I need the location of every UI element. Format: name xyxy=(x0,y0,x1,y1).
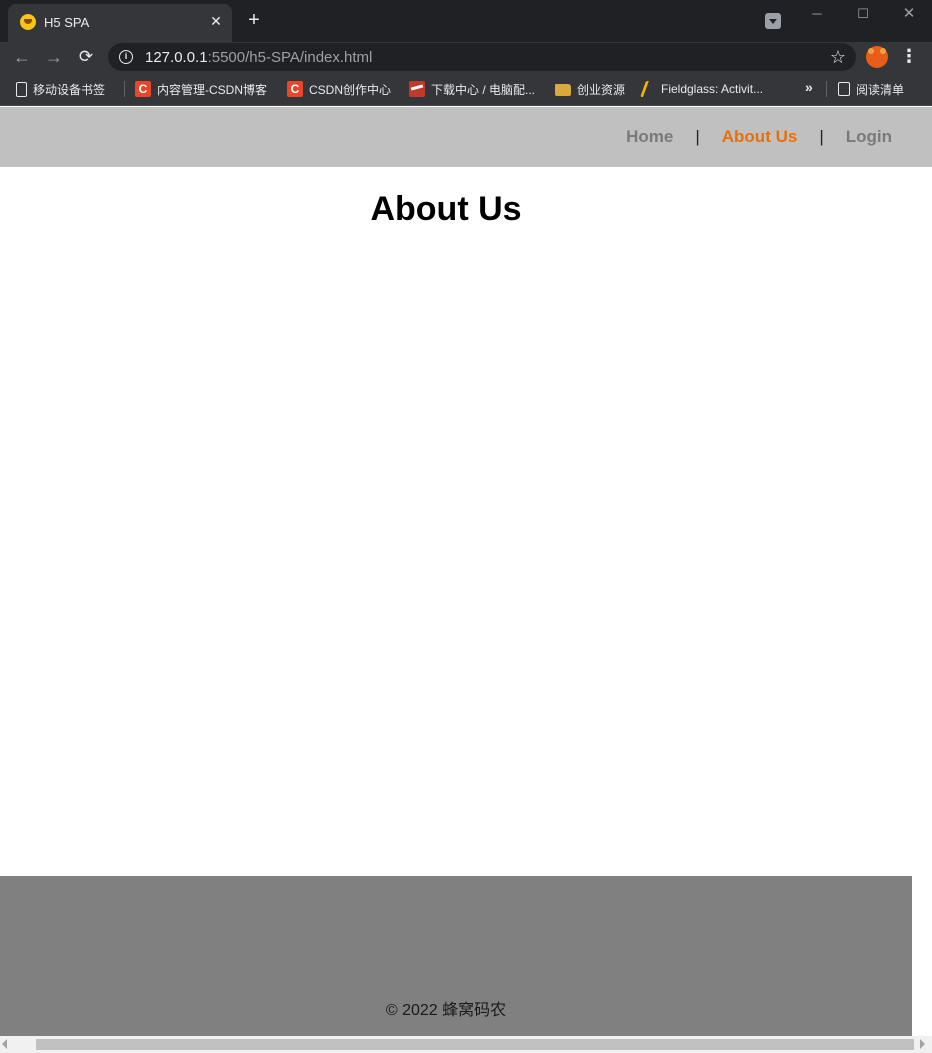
reading-list[interactable]: 阅读清单 xyxy=(838,80,904,98)
copyright-text: © 2022 蜂窝码农 xyxy=(385,1002,507,1019)
bookmark-fieldglass[interactable]: Fieldglass: Activit... xyxy=(640,80,764,98)
browser-tab[interactable]: H5 SPA ✕ xyxy=(8,4,232,42)
browser-menu-icon[interactable]: ⋮ xyxy=(899,45,919,69)
bookmarks-bar: 移动设备书签 C 内容管理-CSDN博客 C CSDN创作中心 下载中心 / 电… xyxy=(0,72,932,106)
bookmark-csdn-creator[interactable]: C CSDN创作中心 xyxy=(287,80,391,98)
bookmark-divider xyxy=(826,81,827,97)
browser-toolbar: ← → ⟳ i 127.0.0.1:5500/h5-SPA/index.html… xyxy=(0,42,932,72)
bookmark-label: Fieldglass: Activit... xyxy=(661,82,764,96)
device-icon xyxy=(16,81,27,97)
bookmark-divider xyxy=(124,81,125,97)
url-host: 127.0.0.1 xyxy=(145,49,208,66)
page-title: About Us xyxy=(370,190,522,228)
nav-link-about-us[interactable]: About Us xyxy=(722,127,798,147)
csdn-icon: C xyxy=(135,81,151,97)
scroll-left-arrow-icon[interactable] xyxy=(2,1039,7,1049)
bookmark-mobile[interactable]: 移动设备书签 xyxy=(16,80,105,98)
scroll-right-arrow-icon[interactable] xyxy=(920,1039,925,1049)
tab-close-icon[interactable]: ✕ xyxy=(206,11,226,31)
browser-tab-bar: H5 SPA ✕ + ─ ☐ ✕ xyxy=(0,0,932,42)
bookmark-label: 内容管理-CSDN博客 xyxy=(157,82,267,97)
site-nav: Home | About Us | Login xyxy=(626,107,892,167)
vertical-scroll-gutter xyxy=(912,876,932,1036)
bookmark-label: 移动设备书签 xyxy=(33,82,106,97)
fieldglass-icon xyxy=(640,81,658,97)
nav-divider: | xyxy=(695,127,700,146)
bookmark-label: 下载中心 / 电脑配... xyxy=(431,82,536,97)
address-bar[interactable]: i 127.0.0.1:5500/h5-SPA/index.html ☆ xyxy=(108,43,856,71)
site-footer: © 2022 蜂窝码农 xyxy=(0,876,912,1036)
bookmark-label: CSDN创作中心 xyxy=(309,82,392,97)
window-minimize-button[interactable]: ─ xyxy=(802,4,832,24)
extension-bear-icon[interactable] xyxy=(866,46,888,68)
download-site-icon xyxy=(409,81,425,97)
reload-icon[interactable]: ⟳ xyxy=(74,45,98,69)
site-header: Home | About Us | Login xyxy=(0,107,932,167)
bookmark-download-center[interactable]: 下载中心 / 电脑配... xyxy=(409,80,535,98)
emoji-favicon-icon xyxy=(20,14,36,30)
bookmark-csdn-blog[interactable]: C 内容管理-CSDN博客 xyxy=(135,80,267,98)
bookmark-star-icon[interactable]: ☆ xyxy=(827,46,849,68)
folder-icon xyxy=(555,84,571,96)
forward-arrow-icon[interactable]: → xyxy=(42,45,66,69)
nav-link-home[interactable]: Home xyxy=(626,127,673,147)
bookmark-startup-folder[interactable]: 创业资源 xyxy=(555,80,625,98)
bookmark-label: 创业资源 xyxy=(577,82,626,97)
tab-search-icon[interactable] xyxy=(765,13,781,29)
tab-title: H5 SPA xyxy=(44,15,90,30)
url-text[interactable]: 127.0.0.1:5500/h5-SPA/index.html xyxy=(145,49,372,66)
back-arrow-icon[interactable]: ← xyxy=(10,45,34,69)
scroll-thumb[interactable] xyxy=(36,1039,914,1050)
bookmarks-overflow-icon[interactable]: » xyxy=(805,79,813,95)
nav-link-login[interactable]: Login xyxy=(846,127,892,147)
site-info-icon[interactable]: i xyxy=(119,50,133,64)
reading-list-icon xyxy=(838,82,850,96)
window-close-button[interactable]: ✕ xyxy=(894,4,924,24)
new-tab-button[interactable]: + xyxy=(243,8,265,32)
horizontal-scrollbar[interactable] xyxy=(0,1036,932,1053)
csdn-icon: C xyxy=(287,81,303,97)
window-maximize-button[interactable]: ☐ xyxy=(848,4,878,24)
reading-list-label: 阅读清单 xyxy=(856,82,905,97)
nav-divider: | xyxy=(819,127,824,146)
url-path: :5500/h5-SPA/index.html xyxy=(207,49,373,66)
